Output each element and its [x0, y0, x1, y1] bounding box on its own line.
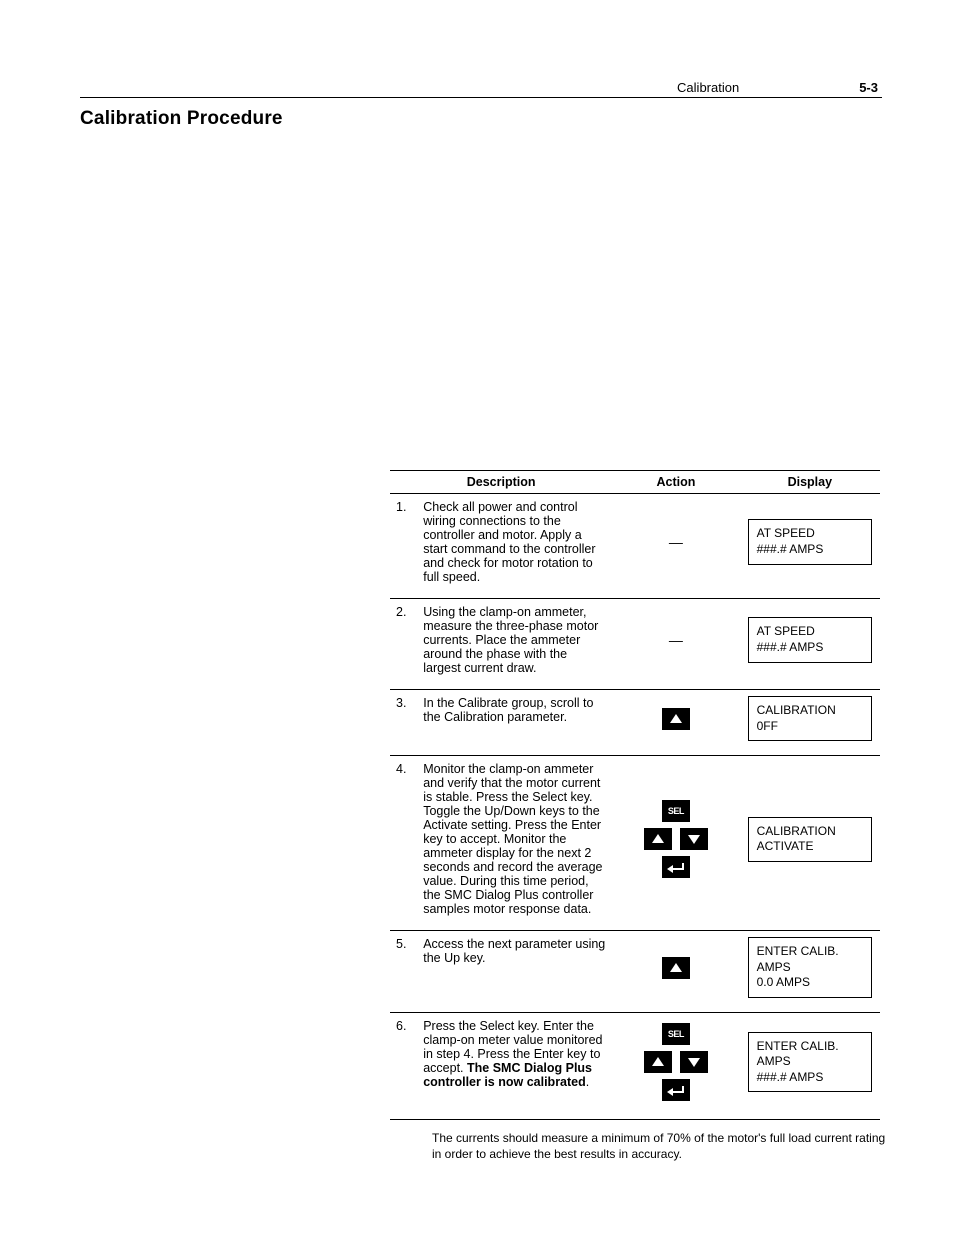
- display-line2: 0FF: [757, 719, 863, 735]
- display-line1: CALIBRATION: [757, 824, 863, 840]
- step-number: 6.: [390, 1012, 419, 1119]
- footnote: The currents should measure a minimum of…: [432, 1130, 892, 1162]
- display-readout: AT SPEED ###.# AMPS: [748, 617, 872, 662]
- th-action: Action: [612, 471, 739, 494]
- display-readout: CALIBRATION 0FF: [748, 696, 872, 741]
- step-description: In the Calibrate group, scroll to the Ca…: [419, 690, 612, 756]
- header-chapter: Calibration: [677, 80, 739, 95]
- header-rule: [80, 97, 882, 98]
- section-title: Calibration Procedure: [80, 108, 882, 130]
- table-row: 2. Using the clamp-on ammeter, measure t…: [390, 599, 880, 690]
- display-line1: ENTER CALIB. AMPS: [757, 944, 863, 975]
- table-row: 4. Monitor the clamp-on ammeter and veri…: [390, 756, 880, 931]
- select-key-icon: SEL: [662, 1023, 690, 1045]
- table-row: 6. Press the Select key. Enter the clamp…: [390, 1012, 880, 1119]
- up-key-icon: [644, 1051, 672, 1073]
- display-line1: ENTER CALIB. AMPS: [757, 1039, 863, 1070]
- display-line2: 0.0 AMPS: [757, 975, 863, 991]
- th-display: Display: [740, 471, 880, 494]
- header-pagenum: 5-3: [859, 80, 878, 95]
- action-keys: SEL: [618, 798, 733, 880]
- display-line2: ###.# AMPS: [757, 542, 863, 558]
- calibration-table: Description Action Display 1. Check all …: [390, 470, 880, 1120]
- select-key-icon: SEL: [662, 800, 690, 822]
- step-number: 4.: [390, 756, 419, 931]
- display-readout: ENTER CALIB. AMPS ###.# AMPS: [748, 1032, 872, 1093]
- display-readout: CALIBRATION ACTIVATE: [748, 817, 872, 862]
- display-line2: ###.# AMPS: [757, 640, 863, 656]
- action-keys: SEL: [618, 1021, 733, 1103]
- display-line1: AT SPEED: [757, 526, 863, 542]
- display-line1: AT SPEED: [757, 624, 863, 640]
- down-key-icon: [680, 828, 708, 850]
- enter-key-icon: [662, 1079, 690, 1101]
- th-description: Description: [390, 471, 612, 494]
- enter-key-icon: [662, 856, 690, 878]
- step-description: Check all power and control wiring conne…: [419, 494, 612, 599]
- action-dash: —: [669, 534, 683, 550]
- desc-trail: .: [586, 1075, 589, 1089]
- display-line2: ###.# AMPS: [757, 1070, 863, 1086]
- step-number: 5.: [390, 931, 419, 1013]
- display-line2: ACTIVATE: [757, 839, 863, 855]
- step-description: Monitor the clamp-on ammeter and verify …: [419, 756, 612, 931]
- step-description: Access the next parameter using the Up k…: [419, 931, 612, 1013]
- display-line1: CALIBRATION: [757, 703, 863, 719]
- table-row: 1. Check all power and control wiring co…: [390, 494, 880, 599]
- display-readout: ENTER CALIB. AMPS 0.0 AMPS: [748, 937, 872, 998]
- up-key-icon: [662, 708, 690, 730]
- step-number: 2.: [390, 599, 419, 690]
- action-dash: —: [669, 632, 683, 648]
- step-number: 3.: [390, 690, 419, 756]
- running-header: Calibration 5-3: [80, 80, 882, 95]
- step-number: 1.: [390, 494, 419, 599]
- up-key-icon: [644, 828, 672, 850]
- table-row: 5. Access the next parameter using the U…: [390, 931, 880, 1013]
- table-row: 3. In the Calibrate group, scroll to the…: [390, 690, 880, 756]
- display-readout: AT SPEED ###.# AMPS: [748, 519, 872, 564]
- step-description: Press the Select key. Enter the clamp-on…: [419, 1012, 612, 1119]
- step-description: Using the clamp-on ammeter, measure the …: [419, 599, 612, 690]
- up-key-icon: [662, 957, 690, 979]
- down-key-icon: [680, 1051, 708, 1073]
